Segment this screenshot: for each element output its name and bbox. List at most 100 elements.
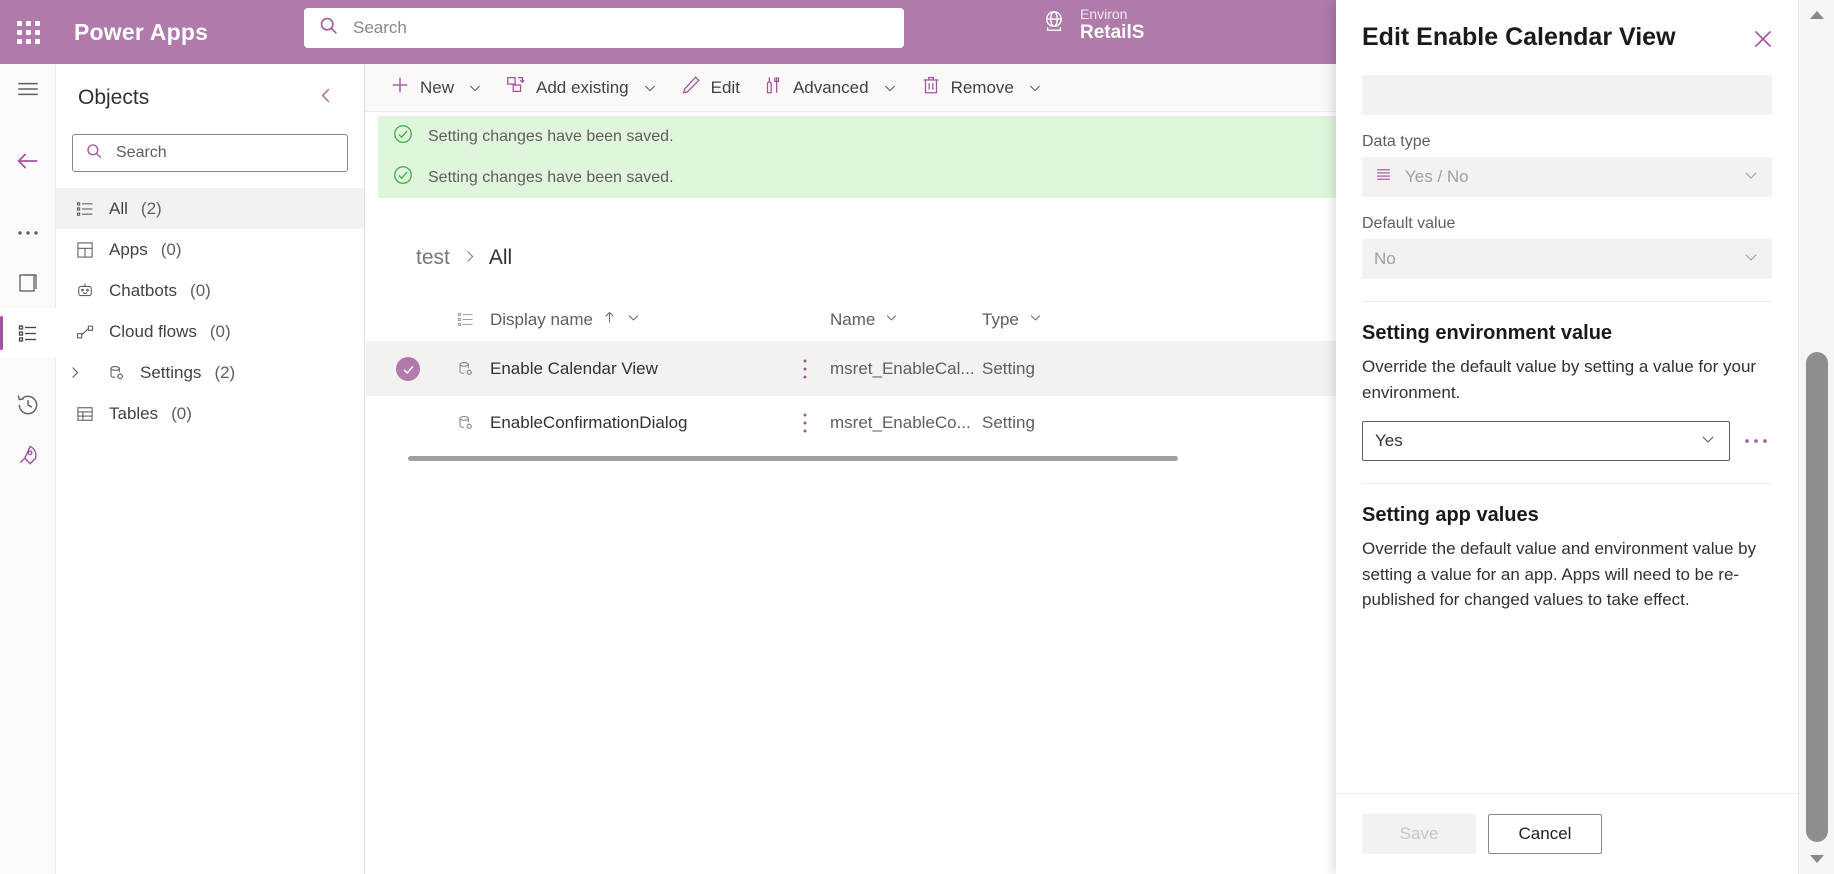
left-icon-rail: [0, 64, 56, 874]
add-existing-button[interactable]: Add existing: [495, 68, 668, 108]
app-launcher-icon[interactable]: [0, 0, 56, 64]
chevron-down-icon[interactable]: [642, 80, 658, 96]
search-icon: [318, 15, 339, 41]
column-header-label: Name: [830, 309, 876, 329]
cloudflow-icon: [74, 322, 96, 342]
sidebar-item-label: Cloud flows: [109, 321, 197, 341]
scrollbar-thumb[interactable]: [1806, 352, 1828, 842]
cancel-button[interactable]: Cancel: [1488, 814, 1602, 854]
edit-button[interactable]: Edit: [670, 68, 750, 108]
success-check-icon: [392, 123, 414, 150]
pages-icon[interactable]: [0, 258, 56, 308]
blank-readonly-field: [1362, 75, 1772, 115]
table-horizontal-scrollbar[interactable]: [408, 456, 1178, 461]
cell-display-name[interactable]: Enable Calendar View: [490, 359, 780, 379]
sidebar-item-tables[interactable]: Tables (0): [56, 393, 364, 434]
back-arrow-icon[interactable]: [0, 136, 56, 186]
window-scrollbar[interactable]: [1798, 0, 1834, 874]
history-icon[interactable]: [0, 380, 56, 430]
ellipsis-icon[interactable]: [0, 208, 56, 258]
power-apps-window: Power Apps Search Environ RetailS Object…: [0, 0, 1834, 874]
breadcrumb-current: All: [488, 246, 513, 269]
new-button-label: New: [420, 77, 455, 97]
column-header-label: Type: [982, 309, 1019, 329]
remove-button[interactable]: Remove: [910, 68, 1053, 108]
row-type-header: [440, 310, 490, 329]
sidebar-item-settings[interactable]: Settings (2): [56, 352, 364, 393]
setting-entity-icon: [440, 359, 490, 379]
close-icon[interactable]: [1746, 22, 1780, 61]
cell-name: msret_EnableCo...: [830, 413, 971, 432]
cell-name: msret_EnableCal...: [830, 359, 975, 378]
new-button[interactable]: New: [379, 68, 493, 108]
scroll-up-icon[interactable]: [1799, 0, 1834, 30]
panel-body: Data type Yes / No Default value No Sett…: [1336, 61, 1798, 793]
sidebar-item-label: Tables: [109, 403, 159, 423]
rocket-icon[interactable]: [0, 430, 56, 480]
sidebar-item-count: (0): [171, 403, 192, 423]
chevron-left-icon[interactable]: [311, 82, 342, 114]
page-title: Edit Enable Calendar View: [1362, 23, 1676, 51]
row-checkbox-checked[interactable]: [376, 357, 440, 381]
chevron-right-icon[interactable]: [56, 365, 92, 380]
grid-app-icon: [74, 240, 96, 260]
settings-icon: [105, 363, 127, 383]
sidebar-item-cloud-flows[interactable]: Cloud flows (0): [56, 311, 364, 352]
arrow-up-icon: [602, 310, 617, 330]
environment-section-description: Override the default value by setting a …: [1362, 357, 1757, 402]
app-section-description: Override the default value and environme…: [1362, 539, 1757, 609]
column-header-display-name[interactable]: Display name: [490, 310, 780, 330]
section-divider: [1362, 483, 1772, 484]
add-existing-label: Add existing: [536, 77, 629, 97]
edit-setting-panel: Edit Enable Calendar View Data type Yes …: [1336, 0, 1798, 874]
default-value-label: Default value: [1362, 215, 1456, 232]
save-button[interactable]: Save: [1362, 814, 1476, 854]
objects-search-input[interactable]: Search: [72, 134, 348, 172]
cell-display-name[interactable]: EnableConfirmationDialog: [490, 413, 780, 433]
vertical-ellipsis-icon[interactable]: [780, 412, 830, 434]
environment-value-dropdown[interactable]: Yes: [1362, 421, 1730, 461]
objects-tree: All (2) Apps (0) Chatbots (0) Cloud flow…: [56, 188, 364, 434]
chevron-down-icon: [1742, 166, 1760, 189]
scroll-down-icon[interactable]: [1799, 844, 1834, 874]
advanced-button[interactable]: Advanced: [752, 68, 908, 108]
chevron-down-icon[interactable]: [884, 310, 899, 330]
column-header-type[interactable]: Type: [982, 310, 1102, 330]
column-header-name[interactable]: Name: [830, 310, 982, 330]
remove-button-label: Remove: [950, 77, 1014, 97]
cell-type: Setting: [982, 359, 1035, 378]
ellipsis-icon[interactable]: [1740, 437, 1772, 445]
sidebar-item-apps[interactable]: Apps (0): [56, 229, 364, 270]
hamburger-icon[interactable]: [0, 64, 56, 114]
objects-list-icon[interactable]: [0, 308, 56, 358]
chevron-down-icon[interactable]: [626, 310, 641, 330]
global-search-box[interactable]: Search: [304, 8, 904, 48]
chevron-down-icon[interactable]: [467, 80, 483, 96]
setting-entity-icon: [440, 413, 490, 433]
edit-button-label: Edit: [710, 77, 740, 97]
search-icon: [85, 142, 103, 165]
trash-icon: [920, 74, 942, 101]
data-type-label: Data type: [1362, 133, 1431, 150]
vertical-ellipsis-icon[interactable]: [780, 358, 830, 380]
app-section-title: Setting app values: [1362, 504, 1539, 526]
objects-search-placeholder: Search: [116, 144, 167, 161]
sidebar-item-all[interactable]: All (2): [56, 188, 364, 229]
sidebar-item-label: All: [109, 198, 128, 218]
column-header-label: Display name: [490, 309, 593, 329]
sidebar-item-label: Chatbots: [109, 280, 178, 300]
list-icon: [74, 199, 96, 219]
chevron-down-icon[interactable]: [1028, 310, 1043, 330]
check-icon: [396, 357, 420, 381]
sidebar-item-chatbots[interactable]: Chatbots (0): [56, 270, 364, 311]
default-value-dropdown: No: [1362, 239, 1772, 279]
chevron-down-icon[interactable]: [882, 80, 898, 96]
environment-indicator[interactable]: Environ RetailS: [1040, 6, 1330, 44]
sidebar-item-count: (2): [140, 198, 162, 218]
environment-label: Environ: [1080, 6, 1128, 22]
notification-text: Setting changes have been saved.: [428, 168, 674, 186]
environment-value-section: Setting environment value Override the d…: [1362, 322, 1772, 461]
chevron-down-icon[interactable]: [1027, 80, 1043, 96]
brand-title[interactable]: Power Apps: [74, 19, 208, 46]
breadcrumb-parent[interactable]: test: [416, 246, 450, 270]
